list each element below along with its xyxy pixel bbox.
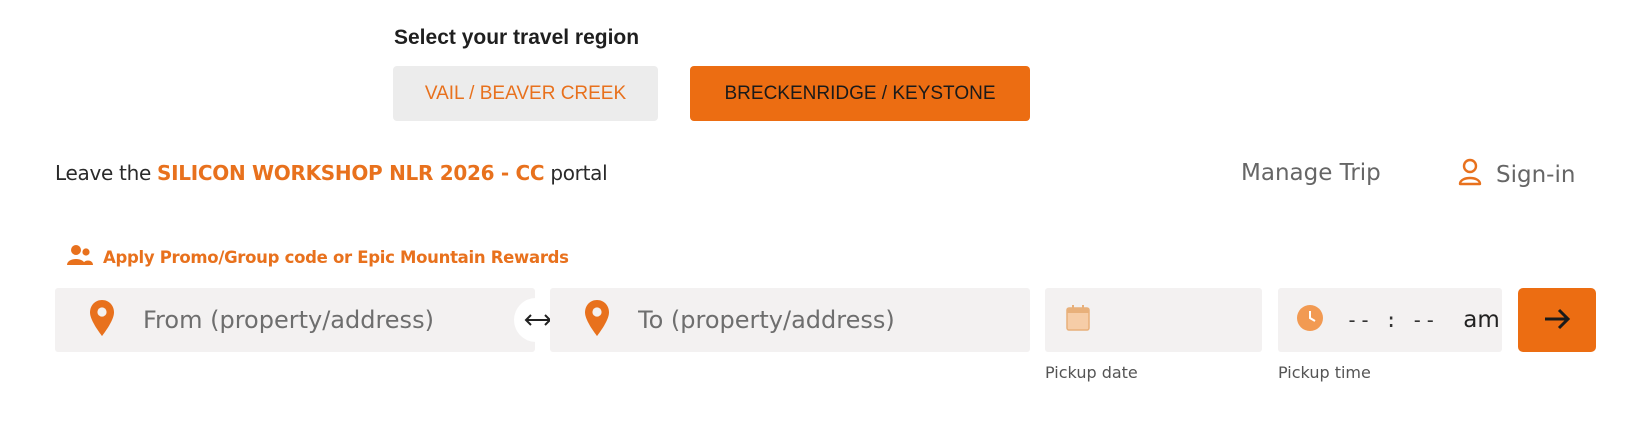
sign-in-label: Sign-in	[1496, 161, 1576, 188]
portal-suffix: portal	[544, 161, 608, 185]
location-pin-icon	[584, 299, 610, 342]
calendar-icon	[1065, 304, 1091, 337]
group-icon	[66, 244, 94, 271]
promo-code-link[interactable]: Apply Promo/Group code or Epic Mountain …	[66, 244, 569, 271]
region-vail-beaver-creek-button[interactable]: VAIL / BEAVER CREEK	[393, 66, 658, 121]
to-input[interactable]	[636, 305, 1010, 335]
from-input[interactable]	[141, 305, 515, 335]
clock-icon	[1296, 304, 1324, 337]
from-field[interactable]	[55, 288, 535, 352]
arrow-right-icon	[1542, 307, 1572, 334]
portal-event-name[interactable]: SILICON WORKSHOP NLR 2026 - CC	[157, 161, 545, 185]
sign-in-link[interactable]: Sign-in	[1458, 158, 1575, 191]
to-field[interactable]	[550, 288, 1030, 352]
region-title: Select your travel region	[394, 26, 640, 49]
time-input[interactable]: -- : --	[1346, 308, 1437, 332]
pickup-date-label: Pickup date	[1045, 363, 1138, 382]
promo-label: Apply Promo/Group code or Epic Mountain …	[103, 248, 569, 267]
search-submit-button[interactable]	[1518, 288, 1596, 352]
portal-notice: Leave the SILICON WORKSHOP NLR 2026 - CC…	[55, 161, 608, 185]
portal-prefix: Leave the	[55, 161, 158, 185]
pickup-time-field[interactable]: -- : -- am	[1278, 288, 1502, 352]
region-breckenridge-keystone-button[interactable]: BRECKENRIDGE / KEYSTONE	[690, 66, 1030, 121]
pickup-date-field[interactable]	[1045, 288, 1262, 352]
location-pin-icon	[89, 299, 115, 342]
pickup-time-label: Pickup time	[1278, 363, 1371, 382]
swap-arrows-icon	[523, 307, 553, 333]
user-icon	[1458, 158, 1482, 191]
ampm-toggle[interactable]: am	[1463, 307, 1500, 333]
manage-trip-link[interactable]: Manage Trip	[1241, 160, 1381, 186]
